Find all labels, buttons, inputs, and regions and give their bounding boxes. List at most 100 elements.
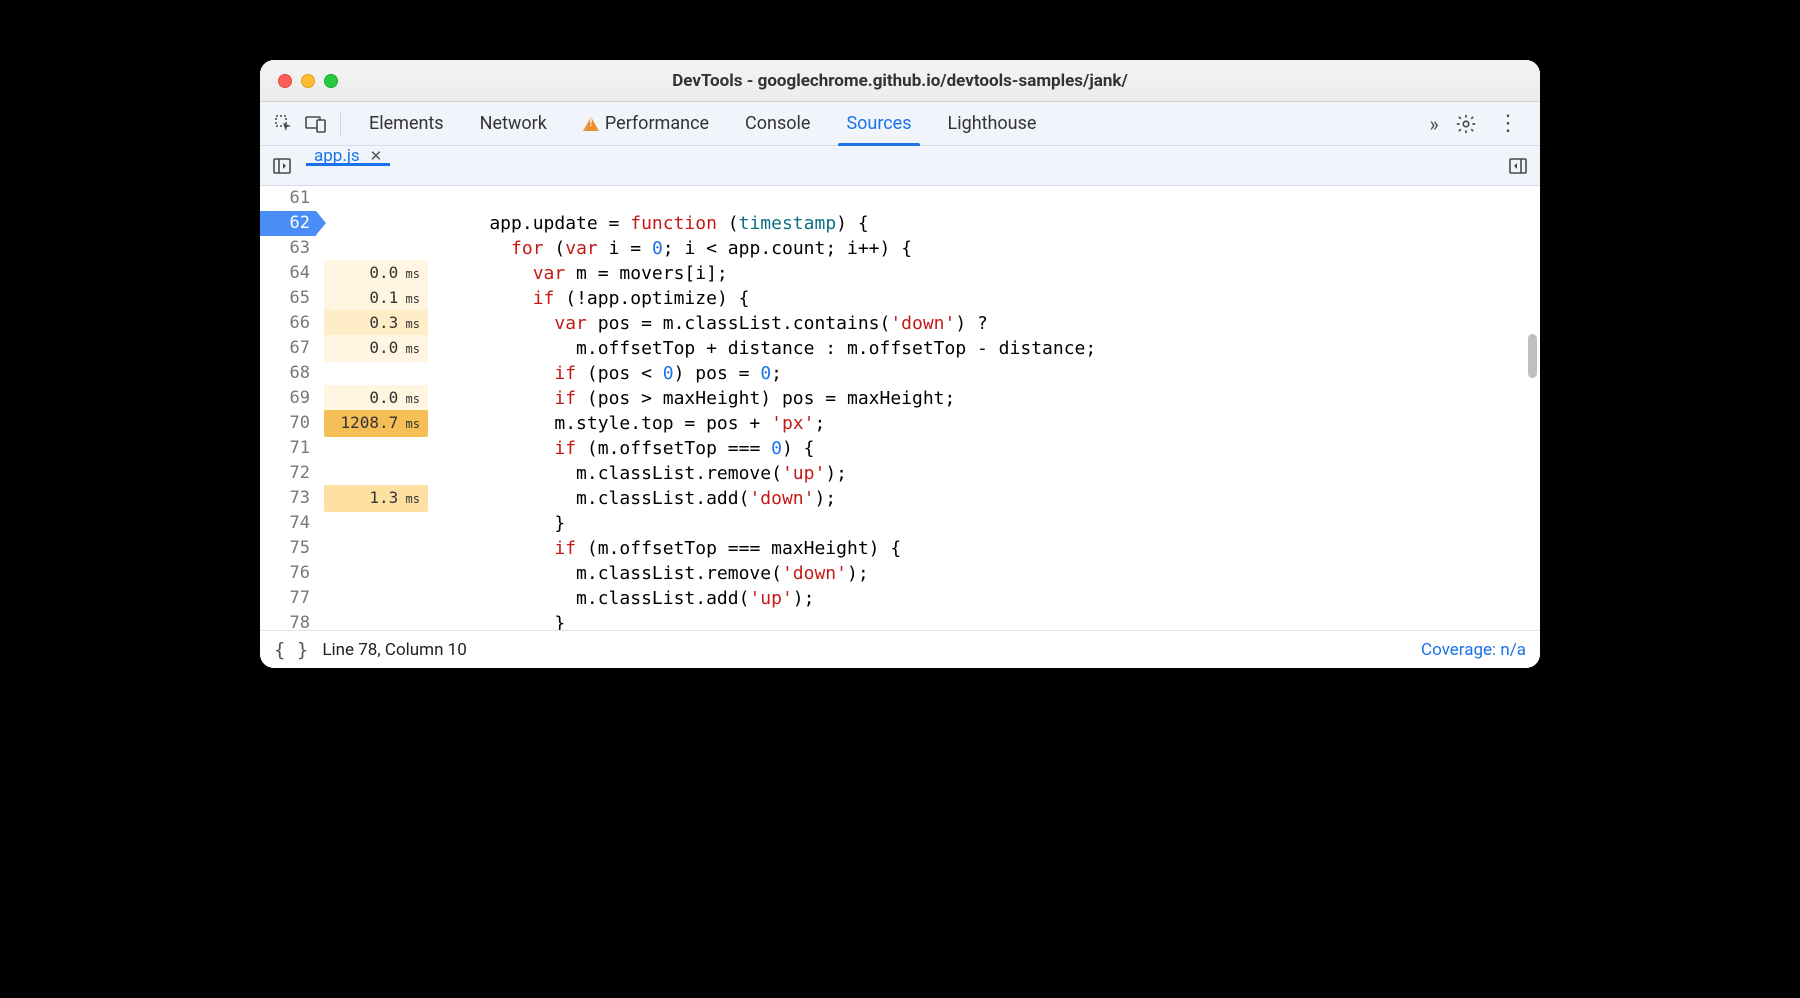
close-window-button[interactable] bbox=[278, 74, 292, 88]
line-timing: 1208.7 ms bbox=[324, 410, 428, 437]
panel-tab-label: Sources bbox=[846, 113, 911, 134]
panel-tab-label: Elements bbox=[369, 113, 444, 134]
line-timing: 0.0 ms bbox=[324, 385, 428, 412]
line-timing: 0.0 ms bbox=[324, 260, 428, 287]
gutter-line[interactable]: 78 bbox=[260, 611, 428, 630]
close-tab-icon[interactable]: ✕ bbox=[370, 147, 383, 165]
code-line[interactable]: var m = movers[i]; bbox=[446, 261, 1540, 286]
line-number[interactable]: 61 bbox=[260, 186, 316, 211]
main-toolbar: Elements Network Performance Console Sources… bbox=[260, 102, 1540, 146]
code-line[interactable]: if (m.offsetTop === maxHeight) { bbox=[446, 536, 1540, 561]
line-number[interactable]: 74 bbox=[260, 511, 316, 536]
gutter-line[interactable]: 63 bbox=[260, 236, 428, 261]
code-line[interactable]: if (pos < 0) pos = 0; bbox=[446, 361, 1540, 386]
inspect-element-icon[interactable] bbox=[270, 110, 298, 138]
code-content[interactable]: app.update = function (timestamp) { for … bbox=[428, 186, 1540, 630]
panel-tab-network[interactable]: Network bbox=[462, 102, 565, 146]
code-line[interactable]: m.classList.remove('up'); bbox=[446, 461, 1540, 486]
panel-tab-lighthouse[interactable]: Lighthouse bbox=[930, 102, 1055, 146]
panel-tabs: Elements Network Performance Console Sources… bbox=[351, 102, 1416, 146]
line-timing: 1.3 ms bbox=[324, 485, 428, 512]
line-number[interactable]: 77 bbox=[260, 586, 316, 611]
line-number[interactable]: 66 bbox=[260, 311, 316, 336]
cursor-position: Line 78, Column 10 bbox=[322, 640, 466, 660]
code-line[interactable]: if (pos > maxHeight) pos = maxHeight; bbox=[446, 386, 1540, 411]
scrollbar-thumb[interactable] bbox=[1528, 334, 1537, 378]
panel-tab-performance[interactable]: Performance bbox=[565, 102, 727, 146]
code-line[interactable]: m.classList.add('up'); bbox=[446, 586, 1540, 611]
code-editor[interactable]: 616263640.0 ms650.1 ms660.3 ms670.0 ms68… bbox=[260, 186, 1540, 630]
gutter-line[interactable]: 75 bbox=[260, 536, 428, 561]
gutter-line[interactable]: 69 0.0 ms bbox=[260, 386, 428, 411]
code-line[interactable]: for (var i = 0; i < app.count; i++) { bbox=[446, 236, 1540, 261]
gutter-line[interactable]: 66 0.3 ms bbox=[260, 311, 428, 336]
code-line[interactable]: m.offsetTop + distance : m.offsetTop - d… bbox=[446, 336, 1540, 361]
panel-tab-label: Network bbox=[480, 113, 547, 134]
show-debugger-icon[interactable] bbox=[1504, 146, 1532, 185]
coverage-status[interactable]: Coverage: n/a bbox=[1421, 640, 1526, 660]
gutter-line[interactable]: 70 1208.7 ms bbox=[260, 411, 428, 436]
show-navigator-icon[interactable] bbox=[268, 146, 296, 185]
code-line[interactable]: m.style.top = pos + 'px'; bbox=[446, 411, 1540, 436]
line-number[interactable]: 70 bbox=[260, 411, 316, 436]
line-number[interactable]: 69 bbox=[260, 386, 316, 411]
settings-gear-icon[interactable] bbox=[1452, 110, 1480, 138]
gutter-line[interactable]: 62 bbox=[260, 211, 428, 236]
pretty-print-icon[interactable]: { } bbox=[274, 639, 308, 661]
panel-tab-elements[interactable]: Elements bbox=[351, 102, 462, 146]
line-number[interactable]: 78 bbox=[260, 611, 316, 630]
code-line[interactable]: m.classList.remove('down'); bbox=[446, 561, 1540, 586]
line-gutter: 616263640.0 ms650.1 ms660.3 ms670.0 ms68… bbox=[260, 186, 428, 630]
line-timing: 0.3 ms bbox=[324, 310, 428, 337]
line-number[interactable]: 71 bbox=[260, 436, 316, 461]
panel-tab-label: Console bbox=[745, 113, 810, 134]
line-number[interactable]: 75 bbox=[260, 536, 316, 561]
gutter-line[interactable]: 74 bbox=[260, 511, 428, 536]
code-line[interactable]: if (!app.optimize) { bbox=[446, 286, 1540, 311]
device-toolbar-icon[interactable] bbox=[302, 110, 330, 138]
line-timing: 0.1 ms bbox=[324, 285, 428, 312]
gutter-line[interactable]: 77 bbox=[260, 586, 428, 611]
line-number[interactable]: 63 bbox=[260, 236, 316, 261]
gutter-line[interactable]: 72 bbox=[260, 461, 428, 486]
panel-tab-label: Lighthouse bbox=[948, 113, 1037, 134]
gutter-line[interactable]: 73 1.3 ms bbox=[260, 486, 428, 511]
devtools-window: DevTools - googlechrome.github.io/devtoo… bbox=[260, 60, 1540, 668]
code-line[interactable]: } bbox=[446, 511, 1540, 536]
gutter-line[interactable]: 68 bbox=[260, 361, 428, 386]
line-number[interactable]: 68 bbox=[260, 361, 316, 386]
line-number[interactable]: 64 bbox=[260, 261, 316, 286]
gutter-line[interactable]: 76 bbox=[260, 561, 428, 586]
panel-tab-console[interactable]: Console bbox=[727, 102, 828, 146]
warning-icon bbox=[583, 117, 599, 131]
gutter-line[interactable]: 64 0.0 ms bbox=[260, 261, 428, 286]
code-line[interactable]: } bbox=[446, 611, 1540, 630]
panel-tab-label: Performance bbox=[605, 113, 709, 134]
line-number[interactable]: 65 bbox=[260, 286, 316, 311]
kebab-menu-icon[interactable]: ⋮ bbox=[1494, 110, 1522, 138]
file-tab[interactable]: app.js ✕ bbox=[302, 146, 394, 166]
toolbar-separator bbox=[340, 112, 341, 136]
code-line[interactable]: if (m.offsetTop === 0) { bbox=[446, 436, 1540, 461]
line-number[interactable]: 67 bbox=[260, 336, 316, 361]
breakpoint-marker[interactable]: 62 bbox=[260, 211, 316, 236]
code-line[interactable] bbox=[446, 186, 1540, 211]
gutter-line[interactable]: 65 0.1 ms bbox=[260, 286, 428, 311]
code-line[interactable]: app.update = function (timestamp) { bbox=[446, 211, 1540, 236]
line-number[interactable]: 72 bbox=[260, 461, 316, 486]
overflow-tabs-icon[interactable]: » bbox=[1420, 110, 1448, 138]
code-line[interactable]: m.classList.add('down'); bbox=[446, 486, 1540, 511]
code-line[interactable]: var pos = m.classList.contains('down') ? bbox=[446, 311, 1540, 336]
file-tab-bar: app.js ✕ bbox=[260, 146, 1540, 186]
file-tab-label: app.js bbox=[314, 146, 360, 166]
window-title: DevTools - googlechrome.github.io/devtoo… bbox=[260, 71, 1540, 91]
gutter-line[interactable]: 670.0 ms bbox=[260, 336, 428, 361]
minimize-window-button[interactable] bbox=[301, 74, 315, 88]
zoom-window-button[interactable] bbox=[324, 74, 338, 88]
gutter-line[interactable]: 71 bbox=[260, 436, 428, 461]
traffic-lights bbox=[260, 74, 338, 88]
gutter-line[interactable]: 61 bbox=[260, 186, 428, 211]
line-number[interactable]: 76 bbox=[260, 561, 316, 586]
panel-tab-sources[interactable]: Sources bbox=[828, 102, 929, 146]
line-number[interactable]: 73 bbox=[260, 486, 316, 511]
